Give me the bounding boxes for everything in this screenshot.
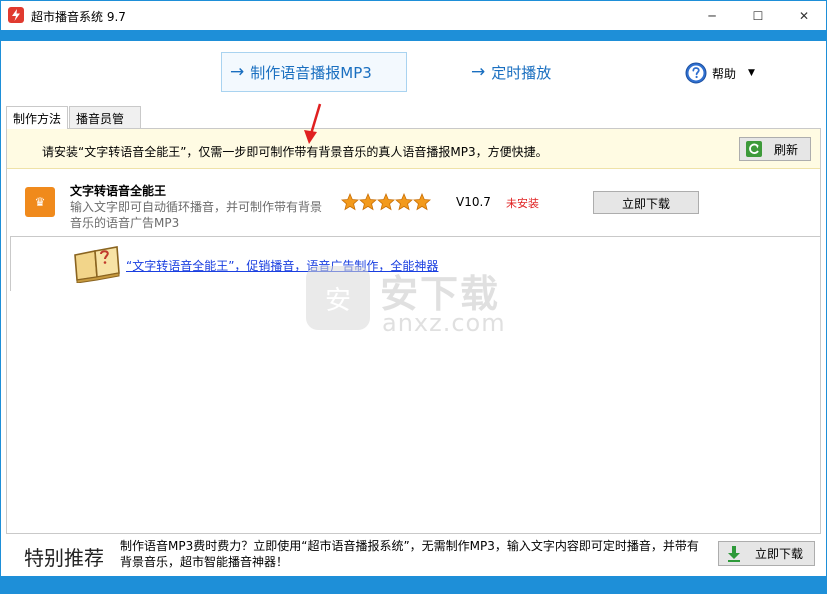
refresh-icon: [746, 141, 762, 157]
maximize-icon: ☐: [752, 8, 764, 23]
refresh-label: 刷新: [774, 142, 799, 157]
shield-icon: 安: [306, 266, 370, 330]
notice-text: 请安装“文字转语音全能王”，仅需一步即可制作带有背景音乐的真人语音播报MP3，方…: [42, 145, 548, 159]
recommend-download-button[interactable]: 立即下载: [718, 541, 815, 566]
question-circle-icon: [685, 62, 707, 84]
red-arrow-annotation: [304, 103, 322, 144]
install-status: 未安装: [506, 197, 539, 210]
recommend-download-label: 立即下载: [755, 547, 804, 561]
star-icon: [341, 193, 359, 211]
watermark: 安 安下载 anxz.com: [306, 263, 526, 337]
arrow-right-icon: →: [471, 62, 486, 82]
app-logo-icon: [8, 7, 24, 23]
download-arrow-icon: [728, 545, 740, 562]
watermark-domain: anxz.com: [382, 309, 506, 337]
software-description: 输入文字即可自动循环播音，并可制作带有背景音乐的语音广告MP3: [70, 200, 323, 230]
star-icon: [377, 193, 395, 211]
minimize-button[interactable]: ─: [689, 1, 735, 30]
software-row: ♛ 文字转语音全能王 输入文字即可自动循环播音，并可制作带有背景音乐的语音广告M…: [7, 177, 820, 235]
recommend-bar: 特别推荐 制作语音MP3费时费力？立即使用“超市语音播报系统”，无需制作MP3，…: [6, 534, 821, 574]
star-icon: [395, 193, 413, 211]
tab-announcer-manage[interactable]: 播音员管理: [69, 106, 141, 143]
maximize-button[interactable]: ☐: [735, 1, 781, 30]
notice-bar: 请安装“文字转语音全能王”，仅需一步即可制作带有背景音乐的真人语音播报MP3，方…: [7, 129, 820, 169]
help-menu[interactable]: 帮助 ▼: [685, 61, 755, 85]
close-button[interactable]: ✕: [781, 1, 827, 30]
app-window: 超市播音系统 9.7 ─ ☐ ✕ → 制作语音播报MP3 → 定时播放 帮助 ▼…: [0, 0, 827, 594]
recommend-title: 特别推荐: [24, 546, 104, 570]
title-bar: 超市播音系统 9.7 ─ ☐ ✕: [1, 1, 826, 30]
star-icon: [359, 193, 377, 211]
tab-make-method[interactable]: 制作方法: [6, 106, 68, 129]
make-mp3-button[interactable]: → 制作语音播报MP3: [221, 52, 407, 92]
close-icon: ✕: [798, 8, 810, 23]
crown-icon: ♛: [25, 187, 55, 217]
download-button[interactable]: 立即下载: [593, 191, 699, 214]
make-mp3-label: 制作语音播报MP3: [250, 63, 372, 82]
software-name: 文字转语音全能王: [70, 184, 167, 198]
rating-stars: [341, 193, 431, 211]
timer-play-label: 定时播放: [491, 63, 552, 82]
star-icon: [413, 193, 431, 211]
bottom-accent-band: [1, 576, 826, 593]
window-title: 超市播音系统 9.7: [31, 10, 126, 24]
help-label: 帮助: [712, 66, 737, 81]
recommend-description: 制作语音MP3费时费力？立即使用“超市语音播报系统”，无需制作MP3，输入文字内…: [120, 539, 699, 569]
arrow-right-icon: →: [230, 62, 245, 82]
refresh-button[interactable]: 刷新: [739, 137, 811, 161]
timer-play-button[interactable]: → 定时播放: [471, 52, 551, 92]
top-accent-band: [1, 30, 826, 41]
toolbar: → 制作语音播报MP3 → 定时播放 帮助 ▼: [1, 41, 826, 103]
book-question-icon: [74, 246, 120, 283]
software-version: V10.7: [456, 195, 491, 209]
chevron-down-icon: ▼: [748, 68, 755, 78]
minimize-icon: ─: [708, 8, 716, 23]
